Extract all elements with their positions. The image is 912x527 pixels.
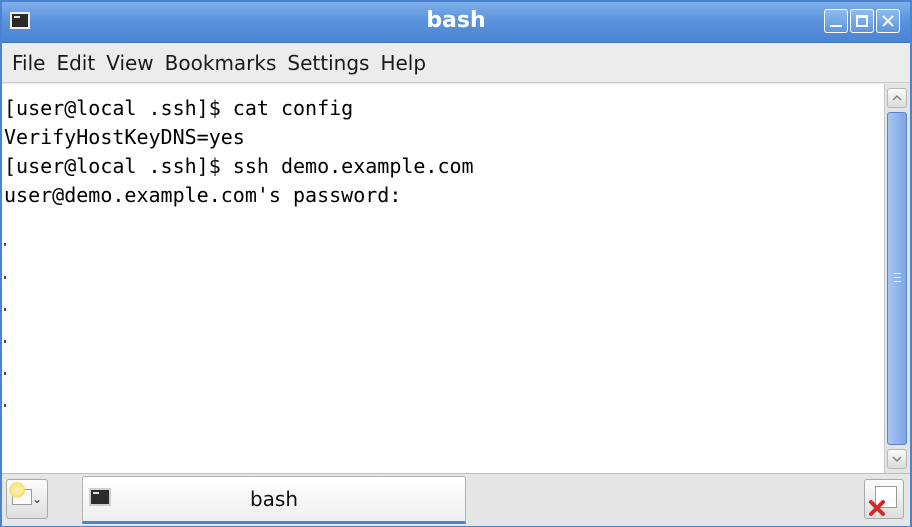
vertical-scrollbar[interactable] xyxy=(884,84,910,473)
tab-bash[interactable]: bash xyxy=(82,476,466,524)
empty-line-marker xyxy=(4,340,6,343)
chevron-down-icon: ⌄ xyxy=(31,492,42,506)
minimize-button[interactable] xyxy=(824,9,848,33)
close-icon xyxy=(869,500,885,516)
window-title: bash xyxy=(426,8,486,33)
title-bar[interactable]: bash xyxy=(2,2,910,43)
empty-line-marker xyxy=(4,276,6,279)
empty-line-marker xyxy=(4,243,6,246)
scroll-down-button[interactable] xyxy=(887,449,907,469)
new-star-icon xyxy=(9,482,25,498)
menu-help[interactable]: Help xyxy=(380,51,426,75)
empty-line-marker xyxy=(4,308,6,311)
close-tab-button[interactable] xyxy=(864,479,904,519)
terminal-line: VerifyHostKeyDNS=yes xyxy=(4,125,245,149)
empty-line-marker xyxy=(4,404,6,407)
menu-edit[interactable]: Edit xyxy=(56,51,95,75)
empty-line-marker xyxy=(4,372,6,375)
menu-bookmarks[interactable]: Bookmarks xyxy=(165,51,277,75)
grip-icon xyxy=(894,273,901,282)
menu-bar: File Edit View Bookmarks Settings Help xyxy=(2,43,910,83)
terminal-line: user@demo.example.com's password: xyxy=(4,183,402,207)
chevron-down-icon xyxy=(892,456,902,462)
menu-view[interactable]: View xyxy=(106,51,153,75)
scroll-up-button[interactable] xyxy=(887,88,907,108)
scrollbar-thumb[interactable] xyxy=(887,112,907,445)
tab-label: bash xyxy=(249,487,299,511)
terminal-window: bash File Edit View Bookmarks Settings H… xyxy=(0,0,912,527)
close-button[interactable] xyxy=(876,9,900,33)
terminal-line: [user@local .ssh]$ cat config xyxy=(4,96,354,120)
close-icon xyxy=(882,15,894,27)
terminal-line: [user@local .ssh]$ ssh demo.example.com xyxy=(4,154,474,178)
chevron-up-icon xyxy=(892,95,902,101)
menu-file[interactable]: File xyxy=(12,51,45,75)
menu-settings[interactable]: Settings xyxy=(287,51,369,75)
maximize-button[interactable] xyxy=(850,9,874,33)
terminal-output[interactable]: [user@local .ssh]$ cat config VerifyHost… xyxy=(2,84,884,473)
new-tab-button[interactable]: ⌄ xyxy=(6,479,48,519)
tab-bar: ⌄ bash xyxy=(2,473,910,526)
